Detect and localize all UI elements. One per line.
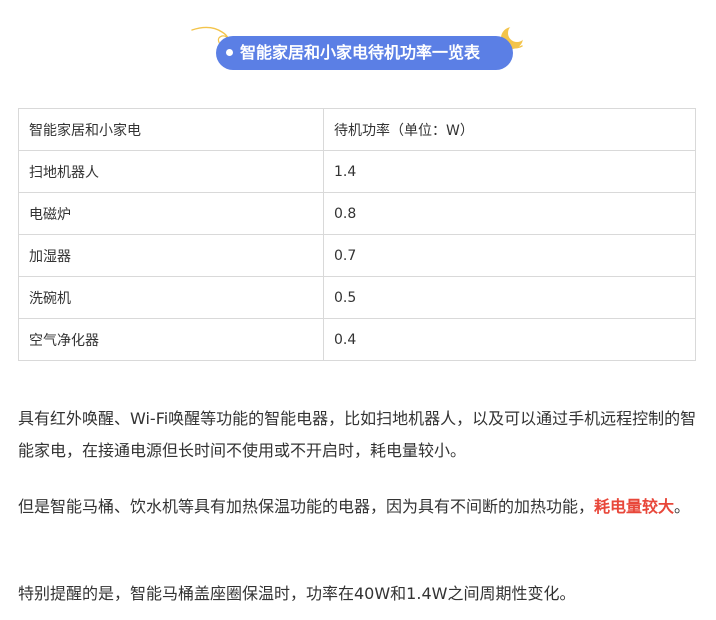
standby-power-value: 0.4 [323, 318, 696, 361]
table-row: 洗碗机 0.5 [18, 276, 696, 319]
standby-power-value: 0.8 [323, 192, 696, 235]
table-title-text: 智能家居和小家电待机功率一览表 [240, 43, 481, 62]
appliance-name: 洗碗机 [18, 276, 324, 319]
standby-power-table: 智能家居和小家电 待机功率（单位：W） 扫地机器人 1.4 电磁炉 0.8 加湿… [18, 108, 696, 361]
title-banner: 智能家居和小家电待机功率一览表 [190, 24, 526, 74]
appliance-name: 空气净化器 [18, 318, 324, 361]
standby-power-value: 1.4 [323, 150, 696, 193]
paragraph-special-note: 特别提醒的是，智能马桶盖座圈保温时，功率在40W和1.4W之间周期性变化。 [18, 584, 576, 603]
appliance-name: 扫地机器人 [18, 150, 324, 193]
header-appliance: 智能家居和小家电 [18, 108, 324, 151]
table-header-row: 智能家居和小家电 待机功率（单位：W） [18, 108, 696, 151]
table-row: 电磁炉 0.8 [18, 192, 696, 235]
highlight-high-consumption: 耗电量较大 [594, 497, 675, 516]
header-standby-power: 待机功率（单位：W） [323, 108, 696, 151]
paragraph-standby-low: 具有红外唤醒、Wi-Fi唤醒等功能的智能电器，比如扫地机器人，以及可以通过手机远… [18, 409, 697, 460]
standby-power-value: 0.5 [323, 276, 696, 319]
table-row: 加湿器 0.7 [18, 234, 696, 277]
paragraph-end: 。 [674, 497, 691, 516]
paragraph-heating-appliances: 但是智能马桶、饮水机等具有加热保温功能的电器，因为具有不间断的加热功能，耗电量较… [18, 491, 698, 523]
bullet-dot-icon [226, 49, 233, 56]
appliance-name: 加湿器 [18, 234, 324, 277]
table-title: 智能家居和小家电待机功率一览表 [216, 36, 513, 70]
table-row: 扫地机器人 1.4 [18, 150, 696, 193]
appliance-name: 电磁炉 [18, 192, 324, 235]
standby-power-value: 0.7 [323, 234, 696, 277]
paragraph-text: 但是智能马桶、饮水机等具有加热保温功能的电器，因为具有不间断的加热功能， [18, 497, 595, 516]
table-row: 空气净化器 0.4 [18, 318, 696, 361]
